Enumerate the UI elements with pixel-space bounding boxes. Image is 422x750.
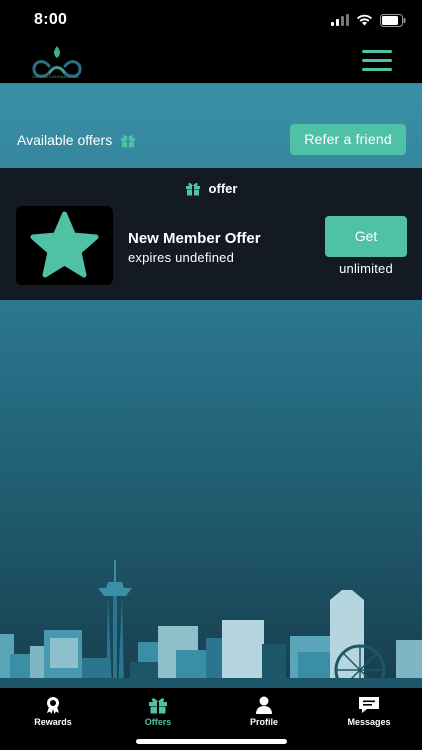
offer-limit: unlimited <box>339 261 393 276</box>
tab-offers[interactable]: Offers <box>113 696 203 727</box>
wifi-icon <box>357 14 372 26</box>
offer-heading-text: offer <box>208 181 238 196</box>
battery-icon <box>380 13 406 27</box>
gift-icon <box>185 182 200 196</box>
tab-profile[interactable]: Profile <box>219 696 309 727</box>
menu-icon-bar <box>362 59 392 62</box>
tab-messages-label: Messages <box>347 717 391 727</box>
offer-thumbnail <box>16 206 113 285</box>
user-icon <box>256 696 272 714</box>
menu-icon-bar <box>362 50 392 53</box>
tab-messages[interactable]: Messages <box>324 696 414 727</box>
star-icon <box>30 211 99 278</box>
home-indicator[interactable] <box>136 739 287 744</box>
logo-text: ZAPATA CANNABIS CO. <box>32 74 81 79</box>
offer-heading: offer <box>0 181 422 196</box>
available-offers-label: Available offers <box>17 132 136 148</box>
menu-icon-bar <box>362 68 392 71</box>
chat-icon <box>359 697 379 713</box>
get-offer-button[interactable]: Get <box>325 216 407 257</box>
offers-bar: Available offers Refer a friend <box>0 84 422 168</box>
offer-panel: offer New Member Offer expires undefined… <box>0 168 422 300</box>
offer-title: New Member Offer <box>128 230 261 247</box>
offers-screen: Available offers Refer a friend offer Ne… <box>0 84 422 688</box>
tab-profile-label: Profile <box>249 717 278 727</box>
city-skyline-illustration <box>0 560 422 688</box>
gift-icon <box>121 134 136 148</box>
ribbon-icon <box>47 697 59 714</box>
status-time: 8:00 <box>34 11 68 28</box>
gift-icon <box>149 698 167 714</box>
available-offers-text: Available offers <box>17 132 113 148</box>
menu-button[interactable] <box>362 50 392 74</box>
tab-offers-label: Offers <box>144 717 172 727</box>
tab-rewards-label: Rewards <box>34 717 72 727</box>
app-header: ZAPATA CANNABIS CO. <box>0 40 422 84</box>
tab-rewards[interactable]: Rewards <box>8 696 98 727</box>
cellular-signal-icon <box>331 14 349 26</box>
status-bar: 8:00 <box>0 0 422 40</box>
refer-a-friend-button[interactable]: Refer a friend <box>290 124 406 155</box>
offer-expiry: expires undefined <box>128 250 235 265</box>
status-icons <box>331 12 406 28</box>
